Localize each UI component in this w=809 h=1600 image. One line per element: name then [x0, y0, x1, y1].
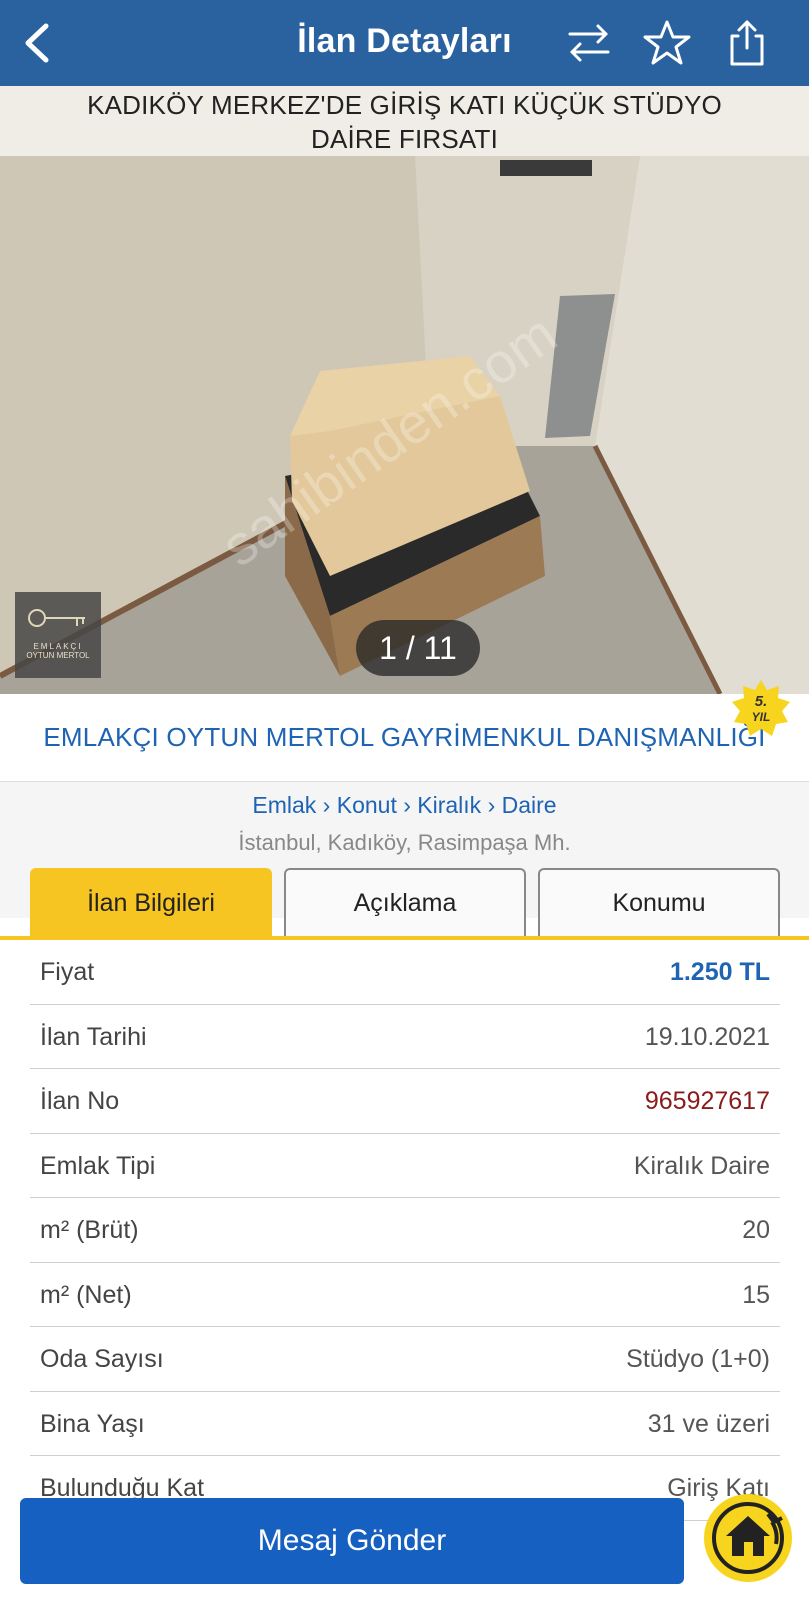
- row-label: m² (Brüt): [40, 1216, 139, 1244]
- tab-ilan-bilgileri[interactable]: İlan Bilgileri: [30, 868, 272, 936]
- price-value: 1.250 TL: [669, 958, 770, 986]
- table-row: Oda Sayısı Stüdyo (1+0): [30, 1327, 780, 1392]
- photo-counter: 1 / 11: [356, 620, 480, 676]
- tab-konumu[interactable]: Konumu: [538, 868, 780, 936]
- share-icon[interactable]: [722, 18, 772, 68]
- table-row: İlan Tarihi 19.10.2021: [30, 1005, 780, 1069]
- table-row: m² (Net) 15: [30, 1263, 780, 1327]
- row-value: 15: [742, 1280, 770, 1309]
- ad-title-line-2: DAİRE FIRSATI: [310, 124, 499, 154]
- row-value: 20: [742, 1216, 770, 1244]
- agency-section[interactable]: EMLAKÇI OYTUN MERTOL GAYRİMENKUL DANIŞMA…: [0, 694, 809, 782]
- key-icon: [28, 609, 85, 627]
- listing-photo[interactable]: sahibinden.com EMLAKÇI OYTUN MERTOL: [0, 156, 809, 694]
- row-label: m² (Net): [40, 1280, 132, 1309]
- row-label: Emlak Tipi: [40, 1151, 156, 1180]
- row-value: 31 ve üzeri: [647, 1409, 770, 1438]
- row-value: 19.10.2021: [644, 1022, 770, 1051]
- row-label: Bina Yaşı: [40, 1409, 145, 1438]
- top-bar: İlan Detayları: [0, 0, 809, 86]
- ad-title: KADIKÖY MERKEZ'DE GİRİŞ KATI KÜÇÜK STÜDY…: [0, 86, 809, 156]
- row-label: Oda Sayısı: [40, 1345, 164, 1373]
- agency-name-link[interactable]: EMLAKÇI OYTUN MERTOL GAYRİMENKUL DANIŞMA…: [0, 722, 809, 753]
- agency-logo-line-1: EMLAKÇI: [33, 642, 83, 651]
- years-badge: 5. YIL: [732, 680, 790, 736]
- table-row: Emlak Tipi Kiralık Daire: [30, 1134, 780, 1198]
- room-photo-illustration: sahibinden.com: [0, 156, 809, 694]
- badge-label: YIL: [752, 710, 771, 724]
- location-text: İstanbul, Kadıköy, Rasimpaşa Mh.: [238, 830, 571, 855]
- send-message-button[interactable]: Mesaj Gönder: [20, 1498, 684, 1584]
- tab-bar: İlan Bilgileri Açıklama Konumu: [0, 866, 809, 938]
- home-icon[interactable]: [702, 1492, 794, 1584]
- badge-number: 5.: [755, 693, 768, 710]
- swap-arrows-icon[interactable]: [564, 18, 614, 68]
- tab-aciklama[interactable]: Açıklama: [284, 868, 526, 936]
- agency-logo: EMLAKÇI OYTUN MERTOL: [15, 592, 101, 678]
- row-label: İlan No: [40, 1087, 120, 1115]
- row-value: Stüdyo (1+0): [626, 1345, 770, 1373]
- row-label: Fiyat: [40, 958, 95, 986]
- table-row: İlan No 965927617: [30, 1069, 780, 1134]
- star-icon[interactable]: [642, 18, 692, 68]
- agency-logo-line-2: OYTUN MERTOL: [26, 651, 90, 660]
- row-label: İlan Tarihi: [40, 1022, 147, 1051]
- ad-number-value: 965927617: [644, 1087, 770, 1115]
- category-path[interactable]: Emlak › Konut › Kiralık › Daire: [0, 792, 809, 819]
- details-table: Fiyat 1.250 TL İlan Tarihi 19.10.2021 İl…: [30, 940, 780, 1521]
- ad-title-line-1: KADIKÖY MERKEZ'DE GİRİŞ KATI KÜÇÜK STÜDY…: [87, 90, 722, 120]
- row-value: Kiralık Daire: [633, 1151, 770, 1180]
- table-row: m² (Brüt) 20: [30, 1198, 780, 1263]
- table-row: Bina Yaşı 31 ve üzeri: [30, 1392, 780, 1456]
- table-row: Fiyat 1.250 TL: [30, 940, 780, 1005]
